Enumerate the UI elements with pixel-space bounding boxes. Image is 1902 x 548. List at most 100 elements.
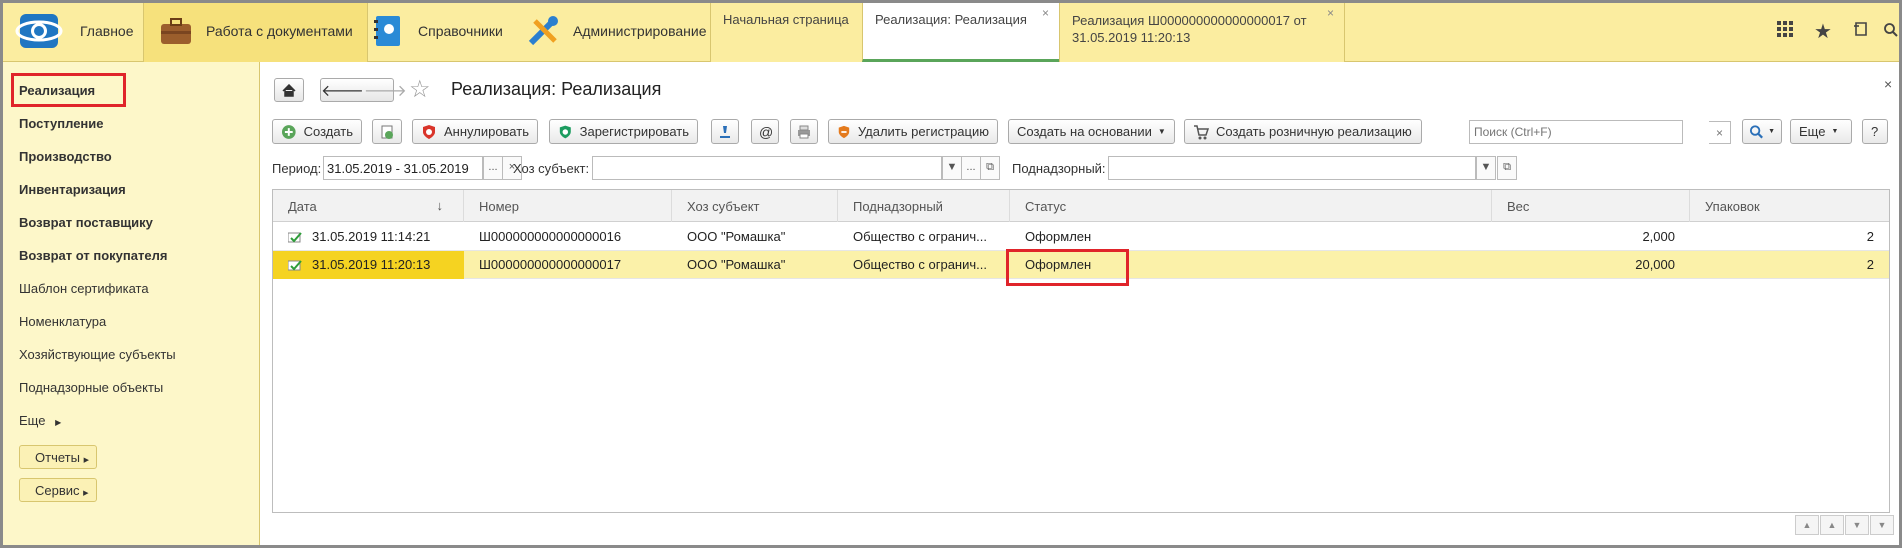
- create-based-on-button[interactable]: Создать на основании ▼: [1008, 119, 1175, 144]
- email-button[interactable]: @: [751, 119, 779, 144]
- create-retail-label: Создать розничную реализацию: [1216, 124, 1412, 139]
- copy-button[interactable]: [372, 119, 402, 144]
- history-icon[interactable]: [1842, 20, 1880, 43]
- create-button[interactable]: Создать: [272, 119, 362, 144]
- column-header-weight[interactable]: Вес: [1492, 190, 1690, 222]
- scroll-bottom-icon[interactable]: ▼: [1870, 515, 1894, 535]
- annul-label: Аннулировать: [444, 124, 529, 139]
- tab-label: Реализация: Реализация: [875, 12, 1027, 27]
- nav-administration[interactable]: Администрирование: [525, 0, 707, 62]
- search-input[interactable]: [1469, 120, 1683, 144]
- column-header-supervised[interactable]: Поднадзорный: [838, 190, 1010, 222]
- search-icon[interactable]: [1880, 20, 1902, 43]
- search-button[interactable]: ▼: [1742, 119, 1782, 144]
- shield-red-icon: [423, 124, 435, 139]
- microscope-button[interactable]: [711, 119, 739, 144]
- column-header-date[interactable]: Дата ↓: [273, 190, 464, 222]
- service-button[interactable]: Сервис ▶: [19, 478, 97, 502]
- nav-references-label: Справочники: [418, 23, 503, 39]
- period-input[interactable]: 31.05.2019 - 31.05.2019: [323, 156, 483, 180]
- plus-icon: [281, 124, 296, 139]
- home-button[interactable]: [274, 78, 304, 102]
- subject-dropdown-icon[interactable]: ▼: [942, 156, 962, 180]
- subject-input[interactable]: [592, 156, 942, 180]
- close-form-icon[interactable]: ×: [1884, 76, 1892, 92]
- home-icon: [282, 83, 296, 97]
- app-logo-icon[interactable]: [14, 10, 64, 52]
- column-header-subject[interactable]: Хоз субъект: [672, 190, 838, 222]
- sidebar-item-production[interactable]: Производство: [19, 149, 112, 164]
- delete-registration-label: Удалить регистрацию: [857, 124, 989, 139]
- cell-status: Оформлен: [1025, 229, 1092, 244]
- microscope-icon: [720, 125, 730, 138]
- subject-open-icon[interactable]: ⧉: [980, 156, 1000, 180]
- tab-bar-empty: [1344, 0, 1762, 62]
- period-label: Период:: [272, 161, 322, 176]
- reports-button[interactable]: Отчеты ▶: [19, 445, 97, 469]
- sidebar-item-inventory[interactable]: Инвентаризация: [19, 182, 126, 197]
- nav-main[interactable]: Главное: [80, 0, 134, 62]
- supervised-dropdown-icon[interactable]: ▼: [1476, 156, 1496, 180]
- sort-down-icon: ↓: [436, 198, 444, 213]
- sidebar: Реализация Поступление Производство Инве…: [0, 62, 260, 548]
- sidebar-item-return-to-supplier[interactable]: Возврат поставщику: [19, 215, 153, 230]
- scroll-top-icon[interactable]: ▲: [1795, 515, 1819, 535]
- more-button[interactable]: Еще ▼: [1790, 119, 1852, 144]
- sidebar-item-return-from-buyer[interactable]: Возврат от покупателя: [19, 248, 167, 263]
- supervised-input[interactable]: [1108, 156, 1476, 180]
- period-select-button[interactable]: ...: [483, 156, 503, 180]
- column-header-number[interactable]: Номер: [464, 190, 672, 222]
- column-header-status[interactable]: Статус: [1010, 190, 1492, 222]
- sidebar-item-certificate-template[interactable]: Шаблон сертификата: [19, 281, 149, 296]
- favorites-star-icon[interactable]: ★: [1804, 19, 1842, 44]
- favorite-star-icon[interactable]: ☆: [409, 75, 431, 104]
- nav-documents[interactable]: Работа с документами: [143, 0, 368, 62]
- tab-realization-list[interactable]: Реализация: Реализация ×: [862, 0, 1059, 62]
- column-title: Дата: [288, 199, 317, 214]
- reports-label: Отчеты: [35, 450, 80, 465]
- clear-search-icon[interactable]: ×: [1709, 121, 1731, 144]
- table-header: Дата ↓ Номер Хоз субъект Поднадзорный Ста…: [273, 190, 1889, 222]
- sidebar-more-label: Еще: [19, 413, 46, 428]
- caret-right-icon: ▶: [83, 490, 89, 497]
- subject-select-button[interactable]: ...: [961, 156, 981, 180]
- annul-button[interactable]: Аннулировать: [412, 119, 538, 144]
- print-button[interactable]: [790, 119, 818, 144]
- register-button[interactable]: Зарегистрировать: [549, 119, 698, 144]
- shield-orange-icon: [838, 125, 850, 138]
- close-tab-icon[interactable]: ×: [1327, 6, 1334, 20]
- sidebar-item-receipt[interactable]: Поступление: [19, 116, 104, 131]
- close-tab-icon[interactable]: ×: [1042, 6, 1049, 20]
- scroll-down-icon[interactable]: ▼: [1845, 515, 1869, 535]
- create-retail-button[interactable]: Создать розничную реализацию: [1184, 119, 1422, 144]
- sidebar-item-more[interactable]: Еще ▶: [19, 413, 61, 428]
- register-label: Зарегистрировать: [579, 124, 689, 139]
- delete-registration-button[interactable]: Удалить регистрацию: [828, 119, 998, 144]
- cell-supervised: Общество с огранич...: [853, 257, 987, 272]
- cell-subject: ООО "Ромашка": [687, 257, 786, 272]
- tab-realization-doc[interactable]: Реализация Ш000000000000000017 от 31.05.…: [1059, 0, 1344, 62]
- cell-date: 31.05.2019 11:20:13: [273, 251, 464, 279]
- printer-icon: [798, 125, 810, 138]
- back-arrow-icon[interactable]: 🡐: [321, 80, 364, 101]
- nav-references[interactable]: Справочники: [368, 0, 503, 62]
- column-header-packages[interactable]: Упаковок: [1690, 190, 1889, 222]
- status-highlight-box: [1006, 249, 1129, 286]
- service-label: Сервис: [35, 483, 80, 498]
- scroll-up-icon[interactable]: ▲: [1820, 515, 1844, 535]
- nav-main-label: Главное: [80, 23, 134, 39]
- forward-arrow-icon[interactable]: 🡒: [364, 80, 407, 101]
- sidebar-item-business-entities[interactable]: Хозяйствующие субъекты: [19, 347, 176, 362]
- posted-document-icon: [288, 232, 302, 243]
- help-button[interactable]: ?: [1862, 119, 1888, 144]
- cell-weight: 2,000: [1642, 229, 1675, 244]
- sidebar-item-realization[interactable]: Реализация: [19, 83, 95, 98]
- tools-icon: [528, 16, 558, 46]
- apps-grid-icon[interactable]: [1766, 20, 1804, 43]
- sidebar-item-nomenclature[interactable]: Номенклатура: [19, 314, 106, 329]
- copy-icon: [381, 125, 393, 139]
- supervised-open-icon[interactable]: ⧉: [1497, 156, 1517, 180]
- tab-start-page[interactable]: Начальная страница: [710, 0, 862, 62]
- sidebar-item-supervised-objects[interactable]: Поднадзорные объекты: [19, 380, 163, 395]
- table-row[interactable]: 31.05.2019 11:14:21 Ш000000000000000016 …: [273, 223, 1889, 251]
